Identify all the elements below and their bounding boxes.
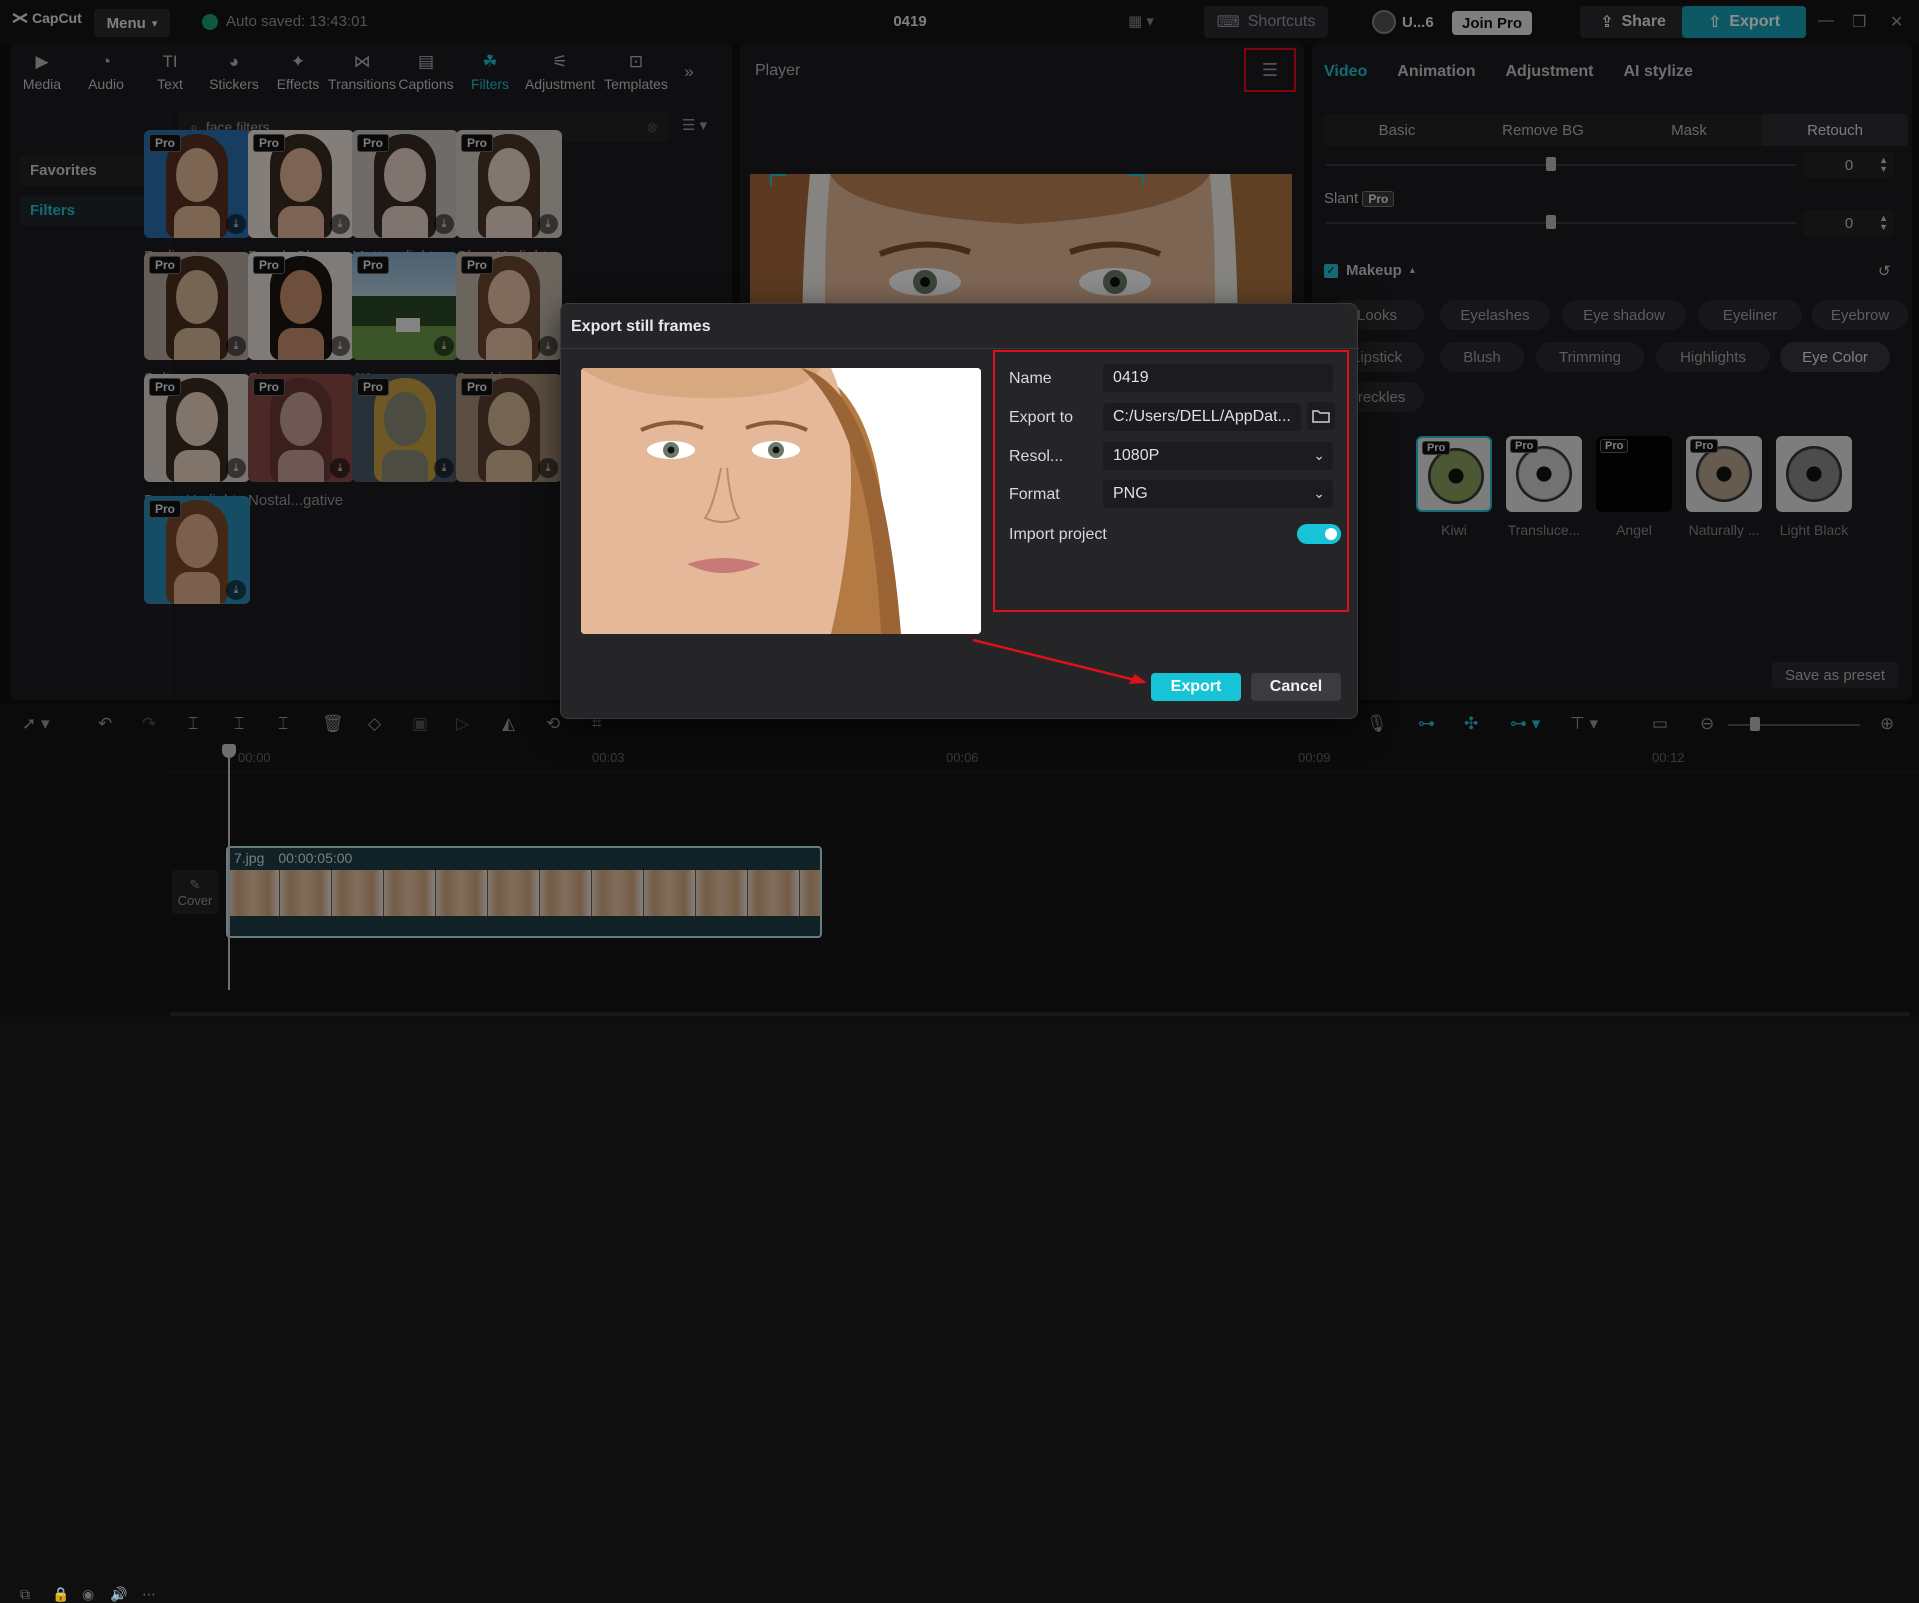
- lock-icon[interactable]: 🔒: [52, 1586, 69, 1603]
- eye-icon[interactable]: ◉: [82, 1586, 94, 1603]
- dialog-title: Export still frames: [571, 318, 711, 336]
- export-settings-form: Name 0419 Export to C:/Users/DELL/AppDat…: [993, 350, 1349, 612]
- track-cover-icon[interactable]: ⧉: [20, 1586, 30, 1603]
- export-path-field[interactable]: C:/Users/DELL/AppDat...: [1103, 403, 1301, 431]
- import-project-label: Import project: [1009, 526, 1107, 544]
- name-value: 0419: [1113, 369, 1149, 387]
- format-select[interactable]: PNG ⌄: [1103, 480, 1333, 508]
- dialog-cancel-button[interactable]: Cancel: [1251, 673, 1341, 701]
- volume-icon[interactable]: 🔊: [110, 1586, 127, 1603]
- toggle-knob: [1325, 528, 1337, 540]
- format-label: Format: [1009, 486, 1060, 504]
- export-to-label: Export to: [1009, 409, 1073, 427]
- frame-preview: [581, 368, 981, 634]
- chevron-down-icon: ⌄: [1313, 485, 1325, 502]
- more-icon[interactable]: ⋯: [142, 1586, 156, 1603]
- divider: [561, 348, 1359, 349]
- name-label: Name: [1009, 370, 1052, 388]
- annotation-arrow-icon: [971, 634, 1151, 690]
- resolution-label: Resol...: [1009, 448, 1063, 466]
- format-value: PNG: [1113, 485, 1148, 503]
- chevron-down-icon: ⌄: [1313, 447, 1325, 464]
- export-path-value: C:/Users/DELL/AppDat...: [1113, 408, 1291, 426]
- dialog-export-button[interactable]: Export: [1151, 673, 1241, 701]
- name-field[interactable]: 0419: [1103, 364, 1333, 392]
- folder-icon: [1312, 409, 1330, 423]
- export-still-frames-dialog: Export still frames Name 0419 Export to …: [560, 303, 1358, 719]
- resolution-value: 1080P: [1113, 447, 1159, 465]
- resolution-select[interactable]: 1080P ⌄: [1103, 442, 1333, 470]
- import-project-toggle[interactable]: [1297, 524, 1341, 544]
- face-image: [581, 368, 981, 634]
- browse-folder-button[interactable]: [1307, 402, 1335, 430]
